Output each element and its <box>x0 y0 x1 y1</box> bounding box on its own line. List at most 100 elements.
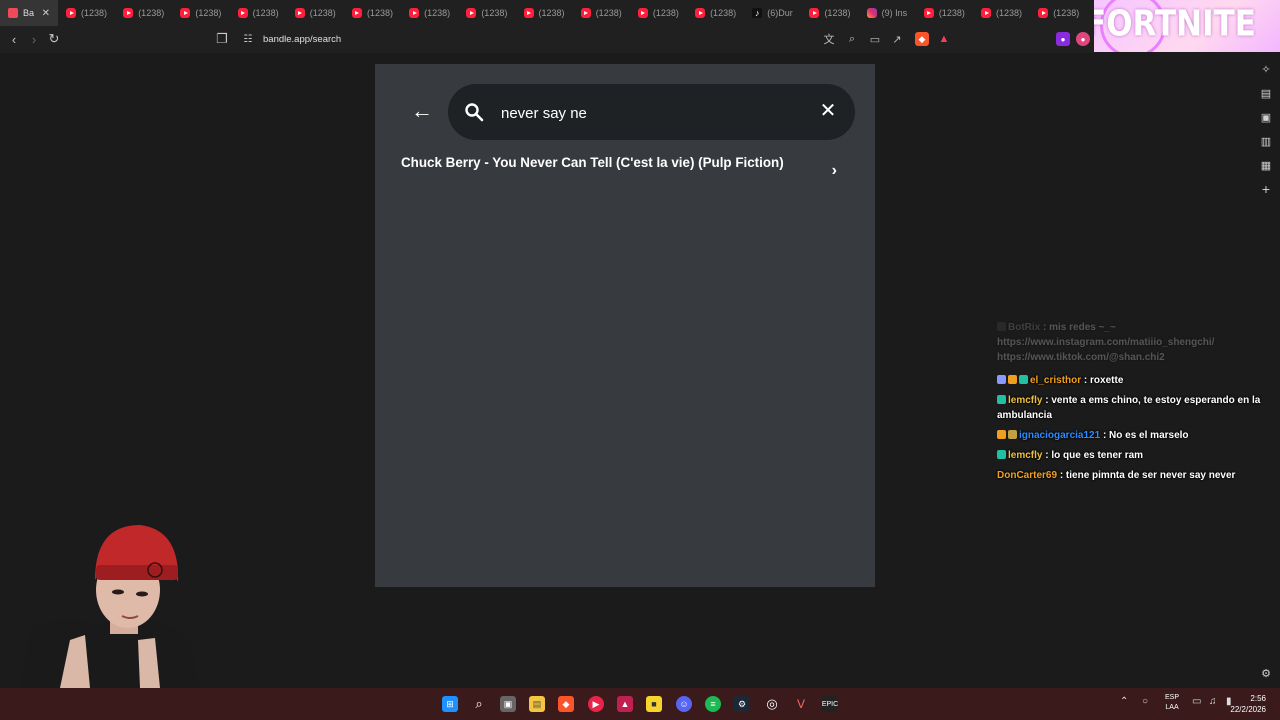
tab-close-icon[interactable]: ✕ <box>42 8 50 19</box>
tab-label: (1238) <box>195 8 222 18</box>
youtube-icon <box>637 8 648 18</box>
youtube-icon <box>351 8 362 18</box>
zoom-icon[interactable]: ⌕ <box>845 32 859 46</box>
browser-tab[interactable]: (1238) <box>458 0 515 26</box>
tray-overflow-chevron-icon[interactable]: ⌃ <box>1120 696 1128 707</box>
chat-username[interactable]: ignaciogarcia121 <box>1019 430 1100 441</box>
browser-tab[interactable]: (1238) <box>344 0 401 26</box>
tab-strip: Ba ✕ (1238) (1238) (1238) (1238) (1238) (1238) (… <box>0 0 1094 26</box>
tab-label: (1238) <box>996 8 1023 18</box>
browser-tab[interactable]: Ba ✕ <box>0 0 58 26</box>
browser-tab[interactable]: (9) Ins <box>859 0 916 26</box>
browser-tab[interactable]: (1238) <box>401 0 458 26</box>
browser-tab[interactable]: (1238) <box>516 0 573 26</box>
taskbar-search-icon[interactable]: ⌕ <box>471 696 487 712</box>
tab-label: (1238) <box>81 8 108 18</box>
chat-message: lemcfly : vente a ems chino, te estoy es… <box>997 393 1275 423</box>
bookmarks-icon[interactable]: ▥ <box>1259 134 1273 148</box>
chat-badge-icon <box>997 375 1006 384</box>
extension-icon[interactable]: ● <box>1056 32 1070 46</box>
tab-label: (1238) <box>595 8 622 18</box>
browser-tab[interactable]: (1238) <box>287 0 344 26</box>
chat-username[interactable]: DonCarter69 <box>997 470 1057 481</box>
volume-icon[interactable]: ♫ <box>1209 696 1217 707</box>
rewards-triangle-icon[interactable]: ▲ <box>937 32 951 46</box>
youtube-icon <box>294 8 305 18</box>
media-player-icon[interactable]: ▶ <box>588 696 604 712</box>
affinity-icon[interactable]: ▲ <box>617 696 633 712</box>
search-input[interactable] <box>499 101 803 125</box>
settings-gear-icon[interactable]: ⚙ <box>1259 666 1273 680</box>
youtube-icon <box>1038 8 1049 18</box>
epic-games-icon[interactable]: EPIC <box>822 696 838 712</box>
reload-icon[interactable]: ↻ <box>46 31 62 47</box>
chat-badge-icon <box>997 322 1006 331</box>
tiktok-icon: ♪ <box>752 8 763 18</box>
windows-taskbar: ⊞ ⌕ ▣ ▤ ◆ ▶ ▲ ■ ☺ ≡ ⚙ ◎ V EPIC ⌃ ○ ESP L… <box>0 688 1280 720</box>
language-indicator[interactable]: ESP LAA <box>1165 693 1179 713</box>
share-icon[interactable]: ↗ <box>890 32 904 46</box>
chat-message: DonCarter69 : tiene pimnta de ser never … <box>997 468 1275 483</box>
bookmark-icon[interactable]: ❐ <box>214 31 230 47</box>
spotify-icon[interactable]: ≡ <box>705 696 721 712</box>
chat-username[interactable]: el_cristhor <box>1030 375 1081 386</box>
cast-icon[interactable]: ▭ <box>868 32 882 46</box>
banner-text: FORTNITE <box>1094 3 1256 45</box>
playlist-icon[interactable]: ▣ <box>1259 110 1273 124</box>
microphone-icon[interactable]: ○ <box>1142 696 1148 707</box>
chat-text: : lo que es tener ram <box>1045 450 1144 461</box>
browser-tab[interactable]: (1238) <box>115 0 172 26</box>
browser-tab[interactable]: (1238) <box>916 0 973 26</box>
chat-badge-icon <box>1008 430 1017 439</box>
task-view-icon[interactable]: ▣ <box>500 696 516 712</box>
discord-icon[interactable]: ☺ <box>676 696 692 712</box>
browser-tab[interactable]: (1238) <box>630 0 687 26</box>
chat-username[interactable]: lemcfly <box>1008 450 1042 461</box>
clear-search-icon[interactable]: ✕ <box>819 101 837 121</box>
search-result-item[interactable]: Chuck Berry - You Never Can Tell (C'est … <box>401 154 851 190</box>
browser-tab[interactable]: (1238) <box>573 0 630 26</box>
network-icon[interactable]: ▭ <box>1192 696 1201 707</box>
profile-extension-icon[interactable]: ● <box>1076 32 1090 46</box>
tab-label: (1238) <box>710 8 737 18</box>
system-clock[interactable]: 2:56 22/2/2026 <box>1230 693 1266 715</box>
translate-icon[interactable]: 文 <box>822 32 836 46</box>
youtube-icon <box>180 8 191 18</box>
browser-tab[interactable]: (1238) <box>172 0 229 26</box>
wallet-icon[interactable]: ▤ <box>1259 86 1273 100</box>
browser-tab[interactable]: (1238) <box>58 0 115 26</box>
address-bar-url[interactable]: bandle.app/search <box>263 34 341 45</box>
back-button[interactable]: ← <box>411 100 433 122</box>
browser-tab[interactable]: (1238) <box>230 0 287 26</box>
browser-tab[interactable]: (1238) <box>687 0 744 26</box>
windows-start-icon[interactable]: ⊞ <box>442 696 458 712</box>
bandle-icon <box>8 8 18 18</box>
site-info-icon[interactable]: ☷ <box>240 31 256 47</box>
search-bar: ✕ <box>448 84 855 140</box>
youtube-icon <box>237 8 248 18</box>
browser-tab[interactable]: (1238) <box>1030 0 1087 26</box>
browser-tab[interactable]: (1238) <box>801 0 858 26</box>
reading-list-icon[interactable]: ▦ <box>1259 158 1273 172</box>
brave-browser-icon[interactable]: ◆ <box>558 696 574 712</box>
tab-label: (1238) <box>538 8 565 18</box>
steam-icon[interactable]: ⚙ <box>734 696 750 712</box>
back-arrow-icon[interactable]: ‹ <box>6 31 22 47</box>
browser-tab[interactable]: ♪ (6)Dur <box>744 0 801 26</box>
chat-username[interactable]: BotRix <box>1008 322 1040 333</box>
browser-tab[interactable]: (1238) <box>973 0 1030 26</box>
tab-label: Ba <box>23 8 35 18</box>
chat-username[interactable]: lemcfly <box>1008 395 1042 406</box>
file-explorer-icon[interactable]: ▤ <box>529 696 545 712</box>
browser-toolbar: ‹ › ↻ ❐ ☷ bandle.app/search 文 ⌕ ▭ ↗ ◆ ▲ … <box>0 26 1094 53</box>
sticky-notes-icon[interactable]: ■ <box>646 696 662 712</box>
valorant-icon[interactable]: V <box>793 696 809 712</box>
leo-ai-icon[interactable]: ✧ <box>1259 62 1273 76</box>
youtube-icon <box>409 8 420 18</box>
chat-message: lemcfly : lo que es tener ram <box>997 448 1275 463</box>
add-panel-icon[interactable]: + <box>1259 181 1273 197</box>
forward-arrow-icon[interactable]: › <box>26 31 42 47</box>
obs-icon[interactable]: ◎ <box>764 696 780 712</box>
brave-shield-icon[interactable]: ◆ <box>915 32 929 46</box>
chat-badge-icon <box>997 430 1006 439</box>
